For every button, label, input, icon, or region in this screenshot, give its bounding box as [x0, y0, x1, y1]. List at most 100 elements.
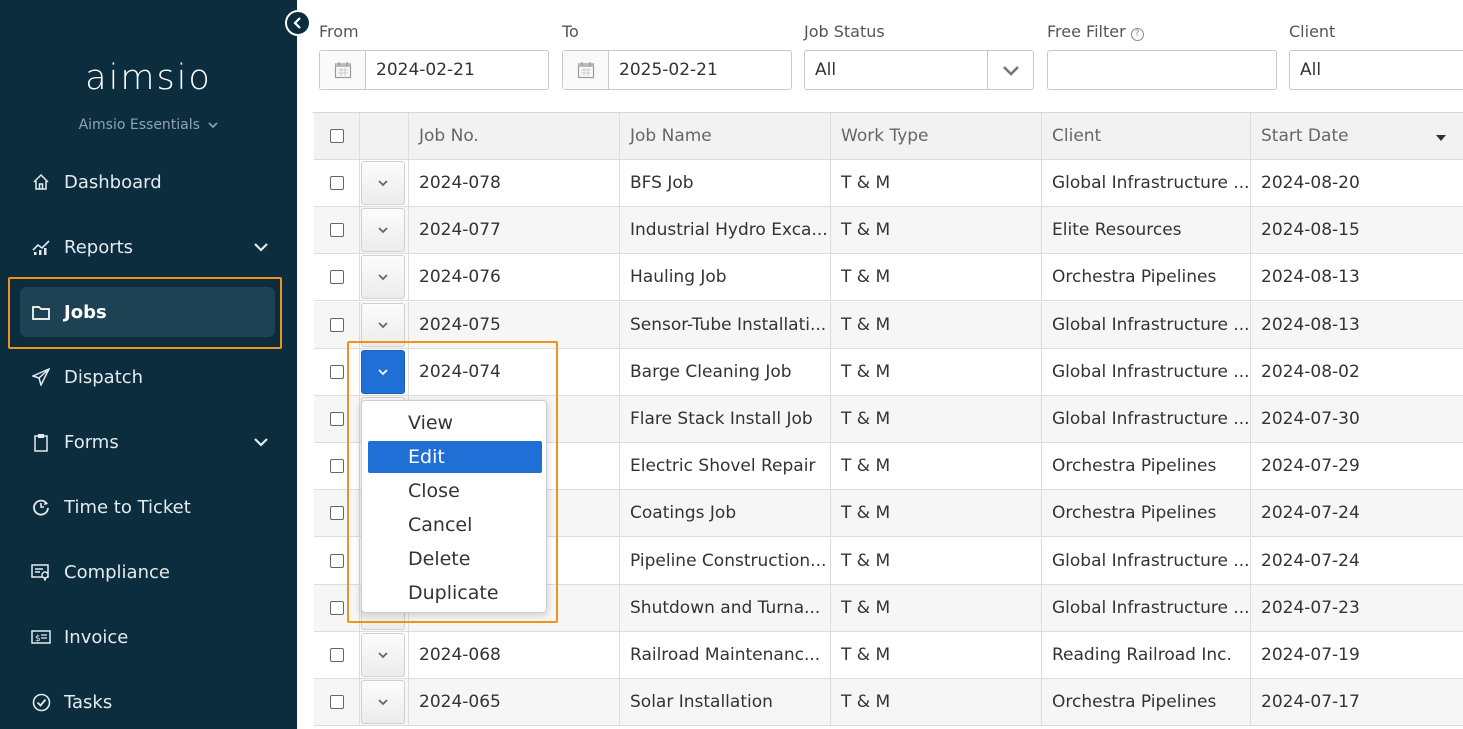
work-type-cell: T & M [831, 632, 1042, 678]
certificate-icon [30, 561, 52, 583]
header-client[interactable]: Client [1042, 113, 1251, 159]
chevron-down-icon [378, 652, 388, 659]
row-select-cell[interactable] [314, 584, 360, 631]
client-value: All [1300, 60, 1322, 80]
row-checkbox[interactable] [330, 270, 344, 285]
row-select-cell[interactable] [314, 443, 360, 490]
row-checkbox[interactable] [330, 553, 344, 568]
job-no-cell: 2024-068 [409, 632, 620, 678]
row-select-cell[interactable] [314, 679, 360, 726]
select-all-cell[interactable] [314, 113, 360, 159]
row-select-cell[interactable] [314, 254, 360, 301]
menu-item-edit[interactable]: Edit [368, 441, 542, 473]
to-date-field[interactable]: 2025-02-21 [562, 50, 792, 90]
sidebar-item-reports[interactable]: Reports [20, 222, 275, 272]
sidebar-item-invoice[interactable]: $ Invoice [20, 612, 275, 662]
help-icon[interactable]: ? [1130, 28, 1144, 41]
client-select[interactable]: All [1289, 50, 1463, 90]
row-actions-button[interactable] [361, 349, 405, 394]
start-date-cell: 2024-08-13 [1261, 267, 1360, 288]
table-row[interactable]: 2024-074 Barge Cleaning Job T & M Global In… [314, 348, 1463, 396]
header-work-type[interactable]: Work Type [831, 113, 1042, 159]
row-checkbox[interactable] [330, 600, 344, 615]
row-select-cell[interactable] [314, 490, 360, 537]
from-date-field[interactable]: 2024-02-21 [319, 50, 549, 90]
job-status-select[interactable]: All [804, 50, 1034, 90]
invoice-icon: $ [30, 626, 52, 648]
table-row[interactable]: 2024-078 BFS Job T & M Global Infrastructur… [314, 160, 1463, 207]
table-row[interactable]: 2024-076 Hauling Job T & M Orchestra Pipeli… [314, 254, 1463, 302]
row-select-cell[interactable] [314, 396, 360, 442]
row-checkbox[interactable] [330, 506, 344, 521]
start-date-cell: 2024-08-02 [1261, 361, 1360, 382]
header-job-name[interactable]: Job Name [620, 113, 831, 159]
client-cell: Orchestra Pipelines [1042, 679, 1251, 726]
row-checkbox[interactable] [330, 648, 344, 662]
row-checkbox[interactable] [330, 223, 344, 238]
client-label: Client [1289, 22, 1336, 41]
row-select-cell[interactable] [314, 160, 360, 206]
row-actions-button[interactable] [361, 208, 405, 253]
sidebar-item-forms[interactable]: Forms [20, 417, 275, 467]
sidebar-item-label: Invoice [64, 626, 129, 648]
row-checkbox[interactable] [330, 459, 344, 474]
client-cell: Global Infrastructure ... [1042, 537, 1251, 584]
job-name-cell: Barge Cleaning Job [620, 348, 831, 395]
row-expand-cell [360, 348, 409, 395]
header-job-no[interactable]: Job No. [409, 113, 620, 159]
sort-desc-icon[interactable] [1436, 135, 1446, 141]
job-name-cell: Sensor-Tube Installati... [620, 301, 831, 348]
client-cell: Global Infrastructure ... [1042, 348, 1251, 395]
sidebar-item-dispatch[interactable]: Dispatch [20, 352, 275, 402]
row-actions-button[interactable] [361, 161, 405, 205]
menu-item-close[interactable]: Close [368, 475, 542, 507]
work-type-cell: T & M [831, 679, 1042, 726]
row-select-cell[interactable] [314, 537, 360, 584]
free-filter-label-text: Free Filter [1047, 22, 1126, 41]
select-all-checkbox[interactable] [330, 129, 344, 143]
menu-item-duplicate[interactable]: Duplicate [368, 577, 542, 609]
row-actions-button[interactable] [361, 680, 405, 725]
row-select-cell[interactable] [314, 301, 360, 348]
chevron-left-icon [293, 17, 301, 29]
row-select-cell[interactable] [314, 632, 360, 678]
table-row[interactable]: 2024-068 Railroad Maintenanc... T & M Readi… [314, 632, 1463, 679]
table-row[interactable]: 2024-065 Solar Installation T & M Orchestra… [314, 679, 1463, 727]
sidebar-item-compliance[interactable]: Compliance [20, 547, 275, 597]
sidebar-item-jobs[interactable]: Jobs [20, 287, 275, 337]
sidebar-item-tasks[interactable]: Tasks [20, 677, 275, 727]
row-actions-button[interactable] [361, 302, 405, 347]
row-select-cell[interactable] [314, 207, 360, 254]
menu-item-delete[interactable]: Delete [368, 543, 542, 575]
row-checkbox[interactable] [330, 364, 344, 379]
calendar-icon[interactable] [563, 51, 609, 89]
free-filter-input[interactable] [1047, 50, 1277, 90]
menu-item-view[interactable]: View [368, 407, 542, 439]
row-checkbox[interactable] [330, 412, 344, 426]
work-type-cell: T & M [831, 396, 1042, 442]
chevron-down-icon[interactable] [987, 51, 1033, 89]
sidebar-collapse-button[interactable] [285, 10, 311, 36]
sidebar-item-time-to-ticket[interactable]: Time to Ticket [20, 482, 275, 532]
calendar-icon[interactable] [320, 51, 366, 89]
menu-item-cancel[interactable]: Cancel [368, 509, 542, 541]
row-actions-button[interactable] [361, 633, 405, 677]
row-expand-cell [360, 301, 409, 348]
sidebar-item-dashboard[interactable]: Dashboard [20, 157, 275, 207]
table-row[interactable]: 2024-075 Sensor-Tube Installati... T & M Gl… [314, 301, 1463, 349]
job-no-cell: 2024-077 [409, 207, 620, 254]
aimsio-logo[interactable]: aimsio [0, 58, 297, 98]
row-checkbox[interactable] [330, 176, 344, 190]
edition-switcher[interactable]: Aimsio Essentials [0, 117, 297, 133]
row-checkbox[interactable] [330, 695, 344, 710]
row-actions-button[interactable] [361, 255, 405, 300]
sidebar: aimsio Aimsio Essentials Dashboard Repor… [0, 0, 297, 729]
job-name-cell: Pipeline Construction... [620, 537, 831, 584]
header-start-date[interactable]: Start Date [1251, 113, 1463, 159]
row-select-cell[interactable] [314, 348, 360, 395]
row-checkbox[interactable] [330, 317, 344, 332]
table-row[interactable]: 2024-077 Industrial Hydro Exca... T & M Eli… [314, 207, 1463, 255]
home-icon [30, 171, 52, 193]
job-name-cell: Industrial Hydro Exca... [620, 207, 831, 254]
client-cell: Reading Railroad Inc. [1042, 632, 1251, 678]
